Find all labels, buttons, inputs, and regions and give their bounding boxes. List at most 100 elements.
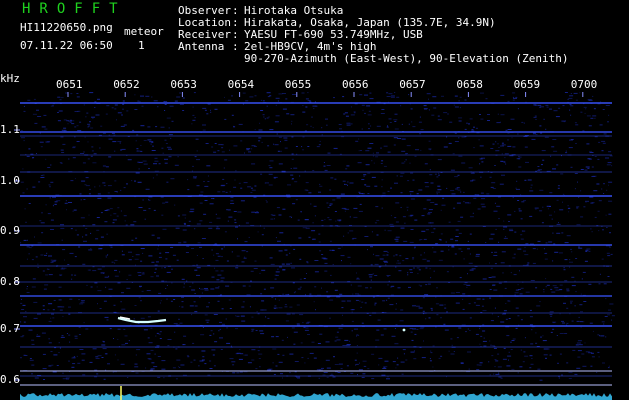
noise-dot (153, 100, 158, 102)
noise-dot (342, 314, 343, 316)
noise-dot (202, 356, 205, 358)
noise-dot (32, 157, 34, 159)
noise-dot (207, 103, 211, 105)
noise-dot (147, 139, 152, 141)
noise-dot (400, 361, 405, 363)
noise-dot (395, 308, 397, 310)
noise-dot (51, 260, 56, 262)
noise-dot (529, 215, 533, 217)
noise-dot (217, 274, 222, 276)
noise-dot (545, 104, 549, 106)
noise-dot (114, 150, 116, 152)
noise-dot (426, 260, 430, 262)
noise-dot (231, 95, 233, 97)
noise-dot (580, 169, 584, 170)
noise-dot (394, 182, 398, 184)
noise-dot (362, 360, 367, 362)
noise-dot (235, 353, 239, 355)
noise-dot (524, 179, 527, 181)
noise-dot (350, 372, 354, 374)
noise-dot (293, 167, 298, 169)
noise-dot (135, 140, 137, 142)
noise-dot (344, 210, 346, 212)
noise-dot (28, 329, 33, 331)
noise-dot (396, 364, 399, 366)
noise-dot (229, 308, 232, 309)
noise-dot (448, 350, 450, 352)
noise-dot (256, 311, 258, 313)
noise-dot (418, 189, 423, 191)
noise-dot (502, 358, 507, 360)
noise-dot (338, 327, 341, 329)
noise-dot (610, 253, 613, 255)
noise-dot (434, 203, 438, 205)
noise-dot (82, 162, 86, 164)
noise-dot (492, 143, 495, 145)
noise-dot (58, 299, 62, 301)
noise-dot (110, 214, 112, 216)
noise-dot (550, 288, 553, 290)
noise-dot (228, 216, 233, 218)
noise-dot (397, 357, 399, 359)
noise-dot (273, 143, 275, 145)
noise-dot (164, 110, 166, 111)
noise-dot (463, 283, 467, 285)
noise-dot (74, 335, 78, 337)
noise-dot (274, 121, 279, 123)
noise-dot (353, 216, 358, 218)
noise-dot (267, 145, 270, 147)
noise-dot (466, 122, 468, 124)
noise-dot (205, 143, 209, 144)
noise-dot (343, 235, 345, 237)
noise-dot (441, 204, 446, 206)
noise-dot (68, 306, 71, 308)
noise-dot (430, 182, 434, 184)
noise-dot (605, 214, 607, 216)
noise-dot (113, 134, 116, 136)
noise-dot (608, 367, 610, 368)
noise-dot (277, 353, 280, 355)
noise-dot (194, 228, 196, 230)
noise-dot (375, 206, 379, 208)
noise-dot (299, 278, 302, 280)
noise-dot (250, 187, 253, 189)
noise-dot (313, 301, 315, 303)
noise-dot (420, 254, 422, 256)
noise-dot (503, 237, 508, 239)
noise-dot (65, 377, 70, 379)
noise-dot (194, 293, 196, 294)
noise-dot (285, 294, 290, 296)
noise-dot (121, 114, 123, 116)
noise-dot (35, 256, 38, 258)
noise-dot (357, 374, 358, 376)
noise-dot (330, 177, 334, 179)
noise-dot (301, 357, 304, 359)
noise-dot (273, 374, 276, 375)
noise-dot (389, 122, 392, 123)
noise-dot (387, 284, 389, 286)
noise-dot (305, 106, 308, 108)
noise-dot (90, 248, 92, 249)
noise-dot (291, 313, 295, 315)
noise-dot (542, 340, 547, 342)
noise-dot (315, 309, 316, 311)
noise-dot (87, 141, 89, 143)
noise-dot (421, 215, 425, 217)
noise-dot (140, 317, 145, 319)
noise-dot (494, 366, 496, 368)
noise-dot (285, 320, 289, 322)
noise-dot (608, 365, 610, 367)
noise-dot (77, 130, 82, 132)
noise-dot (291, 120, 293, 122)
noise-dot (557, 185, 560, 187)
noise-dot (557, 187, 560, 189)
noise-dot (402, 260, 405, 262)
noise-dot (556, 232, 561, 234)
noise-dot (350, 114, 355, 116)
noise-dot (81, 180, 86, 182)
noise-dot (536, 248, 538, 250)
noise-dot (221, 151, 225, 153)
noise-dot (49, 186, 51, 188)
noise-dot (194, 311, 198, 313)
noise-dot (387, 251, 389, 253)
